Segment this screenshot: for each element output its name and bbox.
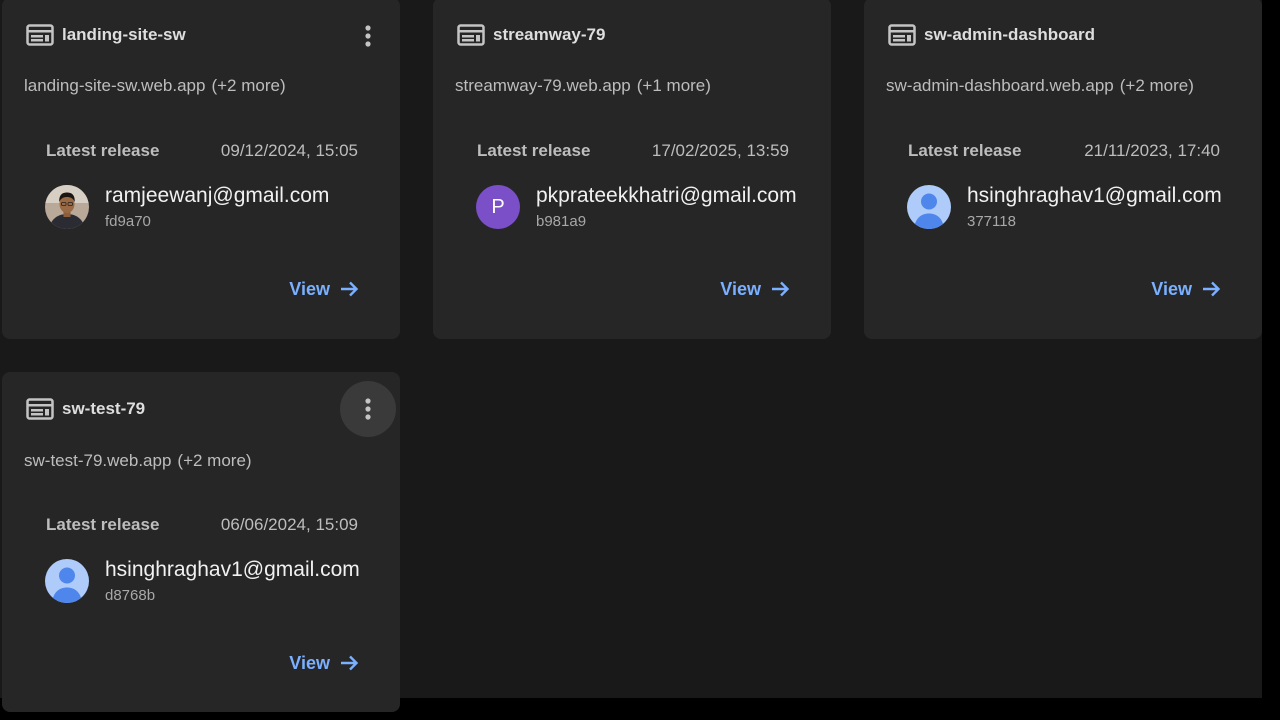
user-email: pkprateekkhatri@gmail.com (536, 184, 797, 207)
extra-domains-count: (+2 more) (1119, 76, 1194, 95)
view-label: View (289, 278, 330, 299)
site-name: sw-test-79 (62, 399, 146, 418)
arrow-forward-icon (1203, 281, 1221, 297)
release-date: 06/06/2024, 15:09 (220, 515, 358, 534)
web-icon (457, 24, 485, 46)
more-options-button[interactable] (340, 8, 396, 64)
arrow-forward-icon (772, 281, 790, 297)
card-header: sw-admin-dashboard (888, 22, 1095, 48)
primary-domain: streamway-79.web.app (455, 76, 631, 95)
view-button[interactable]: View (1151, 278, 1222, 300)
web-icon (26, 24, 54, 46)
user-email: hsinghraghav1@gmail.com (967, 184, 1222, 207)
site-card-sw-admin-dashboard: sw-admin-dashboard sw-admin-dashboard.we… (864, 0, 1262, 339)
card-header: streamway-79 (457, 22, 605, 48)
more-vert-icon (365, 398, 371, 420)
avatar: P (476, 185, 520, 229)
avatar (45, 185, 89, 229)
sites-dashboard: landing-site-sw landing-site-sw.web.app (… (0, 0, 1262, 712)
site-card-sw-test-79: sw-test-79 sw-test-79.web.app (+2 more) L… (2, 372, 400, 712)
site-domains: streamway-79.web.app (+1 more) (455, 76, 711, 96)
site-name: sw-admin-dashboard (924, 25, 1095, 44)
extra-domains-count: (+2 more) (177, 451, 252, 470)
site-name: streamway-79 (493, 25, 606, 44)
arrow-forward-icon (341, 281, 359, 297)
card-header: landing-site-sw (26, 22, 186, 48)
site-card-streamway-79: streamway-79 streamway-79.web.app (+1 mor… (433, 0, 831, 339)
commit-hash: b981a9 (536, 213, 587, 230)
extra-domains-count: (+2 more) (211, 76, 286, 95)
site-name: landing-site-sw (62, 25, 186, 44)
primary-domain: sw-admin-dashboard.web.app (886, 76, 1114, 95)
avatar (907, 185, 951, 229)
primary-domain: landing-site-sw.web.app (24, 76, 206, 95)
more-vert-icon (365, 25, 371, 47)
latest-release-label: Latest release (908, 141, 1022, 160)
card-header: sw-test-79 (26, 396, 145, 422)
view-button[interactable]: View (289, 278, 360, 300)
view-label: View (1151, 278, 1192, 299)
web-icon (888, 24, 916, 46)
view-button[interactable]: View (720, 278, 791, 300)
default-person-icon (45, 559, 89, 603)
site-card-landing-site-sw: landing-site-sw landing-site-sw.web.app (… (2, 0, 400, 339)
view-label: View (720, 278, 761, 299)
arrow-forward-icon (341, 655, 359, 671)
latest-release-label: Latest release (477, 141, 591, 160)
view-button[interactable]: View (289, 652, 360, 674)
site-domains: sw-admin-dashboard.web.app (+2 more) (886, 76, 1194, 96)
primary-domain: sw-test-79.web.app (24, 451, 172, 470)
user-photo-icon (45, 185, 89, 229)
site-domains: sw-test-79.web.app (+2 more) (24, 451, 252, 471)
avatar (45, 559, 89, 603)
latest-release-label: Latest release (46, 515, 160, 534)
release-date: 21/11/2023, 17:40 (1084, 141, 1220, 160)
user-email: ramjeewanj@gmail.com (105, 184, 330, 207)
site-domains: landing-site-sw.web.app (+2 more) (24, 76, 286, 96)
extra-domains-count: (+1 more) (636, 76, 711, 95)
commit-hash: 377118 (967, 213, 1016, 230)
view-label: View (289, 652, 330, 673)
user-email: hsinghraghav1@gmail.com (105, 558, 360, 581)
release-date: 09/12/2024, 15:05 (220, 141, 358, 160)
more-options-button[interactable] (340, 381, 396, 437)
default-person-icon (907, 185, 951, 229)
commit-hash: d8768b (105, 587, 156, 604)
commit-hash: fd9a70 (105, 213, 151, 230)
web-icon (26, 398, 54, 420)
release-date: 17/02/2025, 13:59 (651, 141, 789, 160)
latest-release-label: Latest release (46, 141, 160, 160)
